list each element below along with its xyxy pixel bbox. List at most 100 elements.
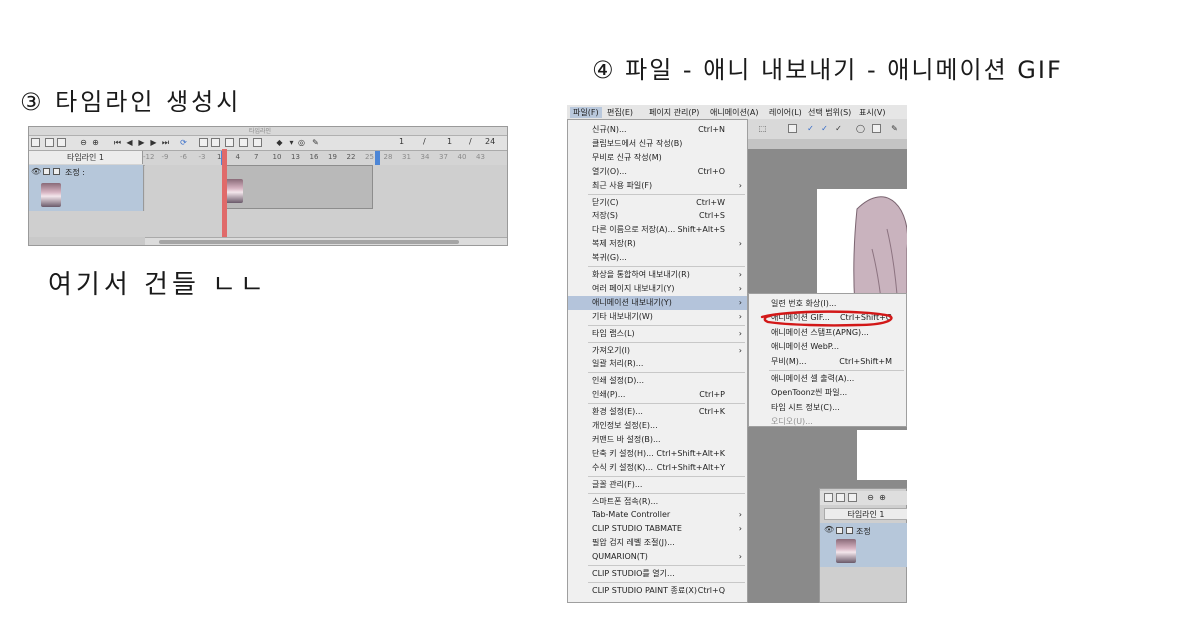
file-menu-item[interactable]: CLIP STUDIO PAINT 종료(X) Ctrl+Q [568,584,747,598]
file-menu-item[interactable]: 필압 검지 레벨 조절(J)... [568,536,747,550]
prev-frame-icon[interactable]: ◀ [125,138,134,147]
scroll-thumb[interactable] [159,240,459,244]
timeline-frames-area[interactable] [145,165,507,211]
file-menu-item[interactable]: 복귀(G)... [568,251,747,265]
keyframe-menu-icon[interactable]: ▾ [287,138,296,147]
playhead[interactable] [222,149,227,245]
file-menu-item[interactable]: 기타 내보내기(W) › [568,310,747,324]
file-menu-item[interactable]: 환경 설정(E)... Ctrl+K [568,405,747,419]
menu-item-shortcut: Ctrl+W [696,197,725,207]
tool-option-2-icon[interactable]: ✓ [806,124,815,133]
export-submenu-item[interactable]: 애니메이션 WebP... [749,340,906,354]
mini-expand-icon[interactable] [846,527,853,534]
menu-separator [588,492,745,494]
file-menu-item[interactable]: 클립보드에서 신규 작성(B) [568,137,747,151]
step3-heading: ③ 타임라인 생성시 [20,88,242,116]
mini-timeline-select[interactable]: 타임라인 1 [824,508,907,520]
mini-layer-row[interactable]: 👁 조정 [820,523,907,567]
onion-skin-icon[interactable] [225,138,234,147]
menubar-item-4[interactable]: 레이어(L) [769,107,802,118]
end-frame-marker[interactable] [375,151,380,165]
file-menu-item[interactable]: 복제 저장(R) › [568,237,747,251]
file-menu-item[interactable]: 최근 사용 파일(F) › [568,179,747,193]
file-menu-item[interactable]: CLIP STUDIO TABMATE › [568,522,747,536]
menubar-item-3[interactable]: 애니메이션(A) [710,107,759,118]
file-menu-item[interactable]: 화상을 통합하여 내보내기(R) › [568,268,747,282]
loop-icon[interactable]: ⟳ [179,138,188,147]
pen-tool-icon[interactable]: ✎ [890,124,899,133]
zoom-out-icon[interactable]: ⊖ [79,138,88,147]
timeline-copy-icon[interactable] [57,138,66,147]
menubar-item-0[interactable]: 파일(F) [570,107,602,118]
file-menu-item[interactable]: 타임 랩스(L) › [568,327,747,341]
cel-light-icon[interactable] [253,138,262,147]
file-menu-item[interactable]: 신규(N)... Ctrl+N [568,123,747,137]
submenu-item-label: OpenToonz씬 파일... [771,388,848,398]
keyframe-icon[interactable]: ◆ [275,138,284,147]
file-menu-item[interactable]: 인쇄(P)... Ctrl+P [568,388,747,402]
timeline-settings-icon[interactable] [45,138,54,147]
menubar-item-2[interactable]: 페이지 관리(P) [649,107,699,118]
light-table-icon[interactable] [239,138,248,147]
tool-option-6-icon[interactable] [872,124,881,133]
mini-visibility-eye-icon[interactable]: 👁 [824,525,834,534]
submenu-arrow-icon: › [738,180,742,190]
file-menu-item[interactable]: 글꼴 관리(F)... [568,478,747,492]
export-submenu-item[interactable]: OpenToonz씬 파일... [749,386,906,400]
menubar-item-5[interactable]: 선택 범위(S) [808,107,851,118]
file-menu-item[interactable]: Tab-Mate Controller › [568,508,747,522]
export-submenu-item[interactable]: 타임 시트 정보(C)... [749,401,906,415]
file-menu-item[interactable]: QUMARION(T) › [568,550,747,564]
ruler-tick: 1 [217,153,222,161]
file-menu-item[interactable]: 일괄 처리(R)... [568,357,747,371]
pen-icon[interactable]: ✎ [311,138,320,147]
file-menu-item[interactable]: 열기(O)... Ctrl+O [568,165,747,179]
mini-zoom-in-icon[interactable]: ⊕ [878,493,887,502]
expand-icon[interactable] [53,168,60,175]
file-menu-item[interactable]: 저장(S) Ctrl+S [568,209,747,223]
menubar-item-6[interactable]: 표시(V) [859,107,885,118]
submenu-arrow-icon: › [738,328,742,338]
selection-icon[interactable]: ⬚ [758,124,767,133]
file-menu-item[interactable]: CLIP STUDIO를 열기... [568,567,747,581]
export-submenu-item[interactable]: 무비(M)... Ctrl+Shift+M [749,355,906,369]
go-to-start-icon[interactable]: ⏮ [113,138,122,147]
file-menu-item[interactable]: 인쇄 설정(D)... [568,374,747,388]
visibility-eye-icon[interactable]: 👁 [31,167,41,176]
mini-new-timeline-icon[interactable] [824,493,833,502]
file-menu-item[interactable]: 여러 페이지 내보내기(Y) › [568,282,747,296]
new-cel-icon[interactable] [199,138,208,147]
export-submenu-item[interactable]: 오디오(U)... [749,415,906,429]
cel-spec-icon[interactable] [211,138,220,147]
tool-option-4-icon[interactable]: ✓ [834,124,843,133]
file-menu-item[interactable]: 애니메이션 내보내기(Y) › [568,295,747,310]
file-menu-item[interactable]: 가져오기(I) › [568,344,747,358]
mini-zoom-out-icon[interactable]: ⊖ [866,493,875,502]
file-menu-item[interactable]: 수식 키 설정(K)... Ctrl+Shift+Alt+Y [568,461,747,475]
tool-option-5-icon[interactable]: ◯ [856,124,865,133]
zoom-in-icon[interactable]: ⊕ [91,138,100,147]
mini-timeline-copy-icon[interactable] [848,493,857,502]
file-menu-item[interactable]: 개인정보 설정(E)... [568,419,747,433]
tool-option-1-icon[interactable] [788,124,797,133]
file-menu-item[interactable]: 스마트폰 접속(R)... [568,495,747,509]
keyframe-edit-icon[interactable]: ◎ [297,138,306,147]
tool-option-3-icon[interactable]: ✓ [820,124,829,133]
file-menu-item[interactable]: 다른 이름으로 저장(A)... Shift+Alt+S [568,223,747,237]
mini-timeline-settings-icon[interactable] [836,493,845,502]
menu-item-shortcut: Ctrl+N [698,125,725,134]
export-submenu-item[interactable]: 애니메이션 셀 출력(A)... [749,372,906,386]
frame-ruler[interactable]: -12 -9 -6 -3 1 4 7 10 13 16 19 22 25 28 31 34 37 40 43 [143,151,507,165]
menubar-item-1[interactable]: 편집(E) [607,107,633,118]
play-icon[interactable]: ▶ [137,138,146,147]
file-menu-item[interactable]: 닫기(C) Ctrl+W [568,196,747,210]
new-timeline-icon[interactable] [31,138,40,147]
file-menu-item[interactable]: 커맨드 바 설정(B)... [568,433,747,447]
timeline-layer-row[interactable]: 👁 조정 : [29,165,144,211]
timeline-select[interactable]: 타임라인 1 [29,151,143,164]
file-menu-item[interactable]: 무비로 신규 작성(M) [568,151,747,165]
timeline-scrollbar[interactable] [145,237,507,245]
next-frame-icon[interactable]: ▶ [149,138,158,147]
file-menu-item[interactable]: 단축 키 설정(H)... Ctrl+Shift+Alt+K [568,447,747,461]
go-to-end-icon[interactable]: ⏭ [161,138,170,147]
